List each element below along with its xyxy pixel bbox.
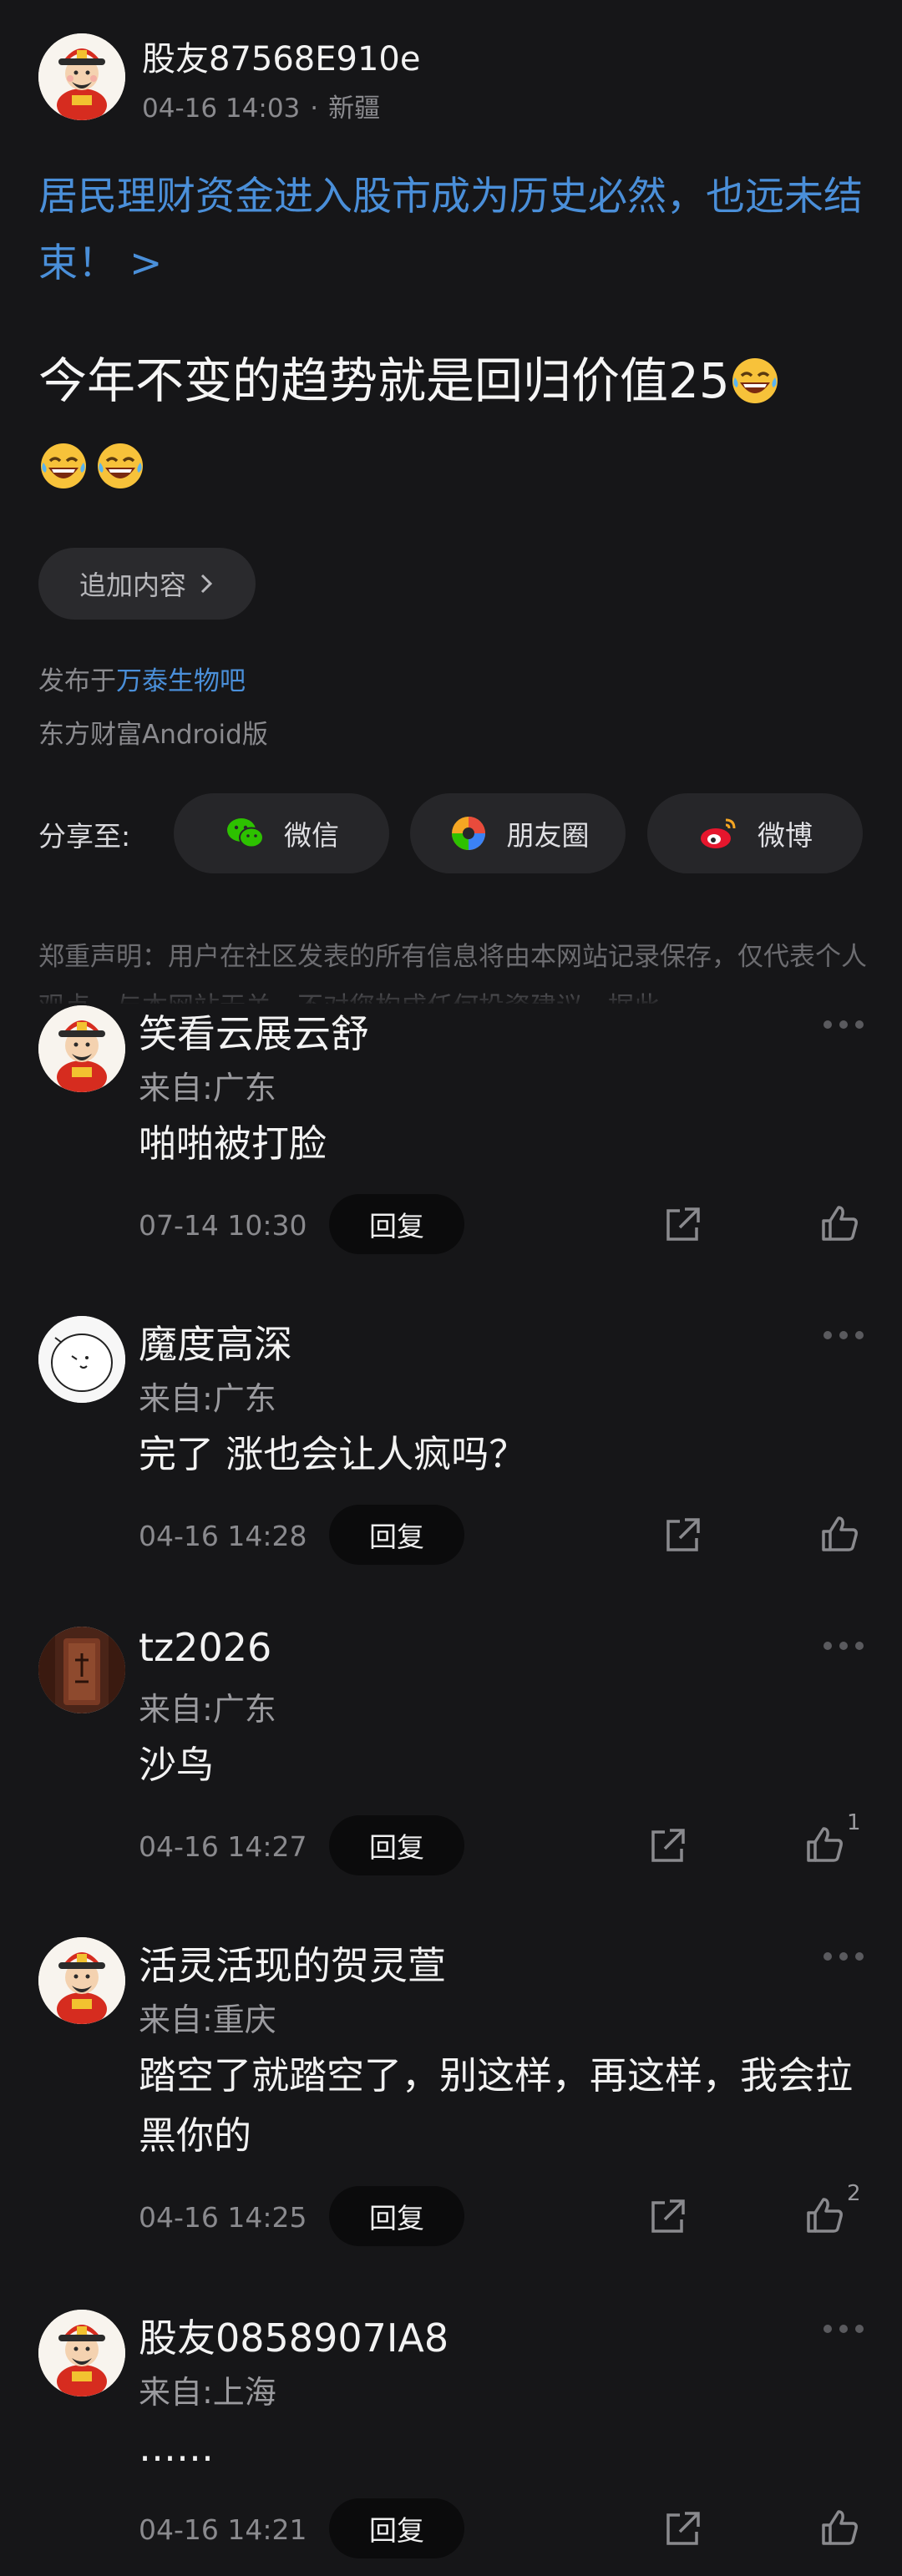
post-location: 新疆 — [328, 94, 381, 124]
reply-button[interactable]: 回复 — [329, 2498, 464, 2558]
comment-footer: 04-16 14:28 回复 — [0, 1505, 902, 1566]
share-icon[interactable] — [646, 1825, 688, 1867]
post-body: 今年不变的趋势就是回归价值25 — [38, 338, 882, 509]
more-options-icon[interactable] — [823, 1952, 864, 1962]
comment-text: 踏空了就踏空了，别这样，再这样，我会拉黑你的 — [139, 2053, 854, 2158]
add-content-button[interactable]: 追加内容 — [38, 548, 256, 620]
thumbs-up-icon[interactable] — [818, 1513, 860, 1555]
commenter-avatar[interactable] — [38, 1937, 125, 2024]
comment-time: 04-16 14:21 — [139, 2513, 307, 2546]
more-options-icon[interactable] — [823, 1020, 864, 1030]
god-of-wealth-avatar-icon — [38, 1005, 125, 1092]
chevron-right-icon — [200, 574, 213, 594]
commenter-location: 来自:广东 — [139, 1380, 276, 1417]
grinning-sweat-emoji-icon — [95, 441, 145, 491]
reply-button[interactable]: 回复 — [329, 1194, 464, 1254]
commenter-location: 来自:广东 — [139, 1070, 276, 1106]
published-in: 发布于万泰生物吧 — [38, 660, 246, 697]
post-body-text: 今年不变的趋势就是回归价值25 — [38, 352, 730, 409]
share-weibo-label: 微博 — [758, 819, 813, 852]
published-prefix: 发布于 — [38, 666, 116, 696]
wooden-plaque-avatar-icon — [38, 1627, 125, 1713]
share-moments-button[interactable]: 朋友圈 — [410, 793, 626, 873]
comment-text: 完了 涨也会让人疯吗？ — [139, 1432, 527, 1476]
more-options-icon[interactable] — [823, 1331, 864, 1341]
like-count: 1 — [847, 1810, 861, 1835]
comment-footer: 04-16 14:27 回复 1 — [0, 1810, 902, 1877]
wechat-icon — [227, 818, 264, 848]
comment-footer: 07-14 10:30 回复 — [0, 1194, 902, 1256]
comment-time: 04-16 14:28 — [139, 1520, 307, 1552]
like-count: 2 — [847, 2181, 861, 2206]
god-of-wealth-avatar-icon — [38, 2310, 125, 2396]
commenter-avatar[interactable] — [38, 1005, 125, 1092]
reply-button[interactable]: 回复 — [329, 1505, 464, 1565]
post-page: 股友87568E910e 04-16 14:03 · 新疆 居民理财资金进入股市成为… — [0, 0, 902, 2576]
post-meta: 04-16 14:03 · 新疆 — [142, 87, 380, 124]
share-icon[interactable] — [661, 1515, 703, 1556]
god-of-wealth-avatar-icon — [38, 33, 125, 120]
comment-footer: 04-16 14:25 回复 2 — [0, 2181, 902, 2248]
commenter-location: 来自:重庆 — [139, 2002, 276, 2038]
moments-icon — [451, 817, 485, 850]
commenter-name[interactable]: 活灵活现的贺灵萱 — [139, 1936, 446, 1991]
commenter-location: 来自:广东 — [139, 1691, 276, 1728]
share-wechat-button[interactable]: 微信 — [174, 793, 389, 873]
comment-time: 04-16 14:25 — [139, 2201, 307, 2234]
comment-footer: 04-16 14:21 回复 — [0, 2498, 902, 2560]
weibo-icon — [701, 818, 736, 848]
share-icon[interactable] — [661, 2508, 703, 2550]
commenter-avatar[interactable] — [38, 1316, 125, 1403]
thumbs-up-icon[interactable] — [818, 2507, 860, 2548]
add-content-label: 追加内容 — [79, 569, 186, 601]
share-wechat-label: 微信 — [284, 819, 339, 852]
comment-text: …… — [139, 2426, 214, 2470]
commenter-name[interactable]: 笑看云展云舒 — [139, 1004, 369, 1059]
comment-text: 啪啪被打脸 — [139, 1121, 327, 1166]
commenter-avatar[interactable] — [38, 2310, 125, 2396]
thumbs-up-icon[interactable] — [803, 2194, 845, 2236]
more-options-icon[interactable] — [823, 2325, 864, 2335]
author-name[interactable]: 股友87568E910e — [142, 32, 420, 80]
more-options-icon[interactable] — [823, 1642, 864, 1652]
forum-link[interactable]: 万泰生物吧 — [116, 666, 246, 696]
reply-button[interactable]: 回复 — [329, 2186, 464, 2246]
client-source: 东方财富Android版 — [38, 720, 268, 750]
thumbs-up-icon[interactable] — [803, 1824, 845, 1865]
share-icon[interactable] — [646, 2196, 688, 2238]
meta-separator: · — [310, 94, 319, 124]
comment-time: 04-16 14:27 — [139, 1830, 307, 1863]
commenter-name[interactable]: 股友0858907IA8 — [139, 2308, 448, 2363]
share-moments-label: 朋友圈 — [506, 819, 590, 852]
post-title-link[interactable]: 居民理财资金进入股市成为历史必然，也远未结束！ > — [38, 164, 874, 297]
grinning-sweat-emoji-icon — [38, 441, 89, 491]
share-icon[interactable] — [661, 1204, 703, 1246]
commenter-location: 来自:上海 — [139, 2374, 276, 2411]
god-of-wealth-avatar-icon — [38, 1937, 125, 2024]
commenter-name[interactable]: tz2026 — [139, 1625, 271, 1670]
reply-button[interactable]: 回复 — [329, 1815, 464, 1875]
commenter-name[interactable]: 魔度高深 — [139, 1314, 292, 1369]
comment-text: 沙鸟 — [139, 1743, 215, 1787]
grinning-sweat-emoji-icon — [730, 356, 780, 406]
share-label: 分享至: — [38, 820, 131, 853]
commenter-avatar[interactable] — [38, 1627, 125, 1713]
comment-time: 07-14 10:30 — [139, 1209, 307, 1242]
author-avatar[interactable] — [38, 33, 125, 120]
thumbs-up-icon[interactable] — [818, 1202, 860, 1244]
doodle-face-avatar-icon — [38, 1316, 125, 1403]
share-weibo-button[interactable]: 微博 — [647, 793, 863, 873]
post-time: 04-16 14:03 — [142, 94, 301, 124]
disclaimer-fade — [0, 987, 902, 1007]
